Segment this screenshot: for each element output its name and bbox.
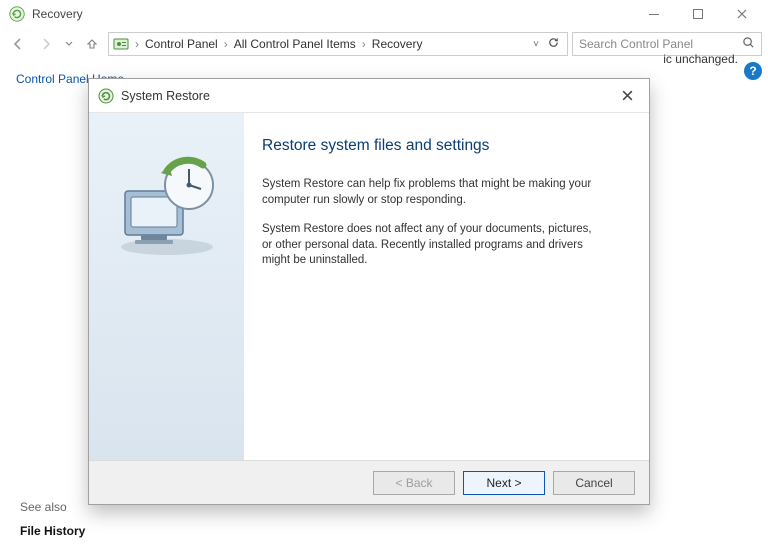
search-placeholder: Search Control Panel — [579, 37, 693, 51]
back-button[interactable] — [6, 32, 30, 56]
dialog-body: Restore system files and settings System… — [89, 113, 649, 460]
next-button[interactable]: Next > — [463, 471, 545, 495]
see-also-heading: See also — [20, 500, 67, 514]
dialog-titlebar: System Restore — [89, 79, 649, 113]
address-dropdown-icon[interactable]: ˅ — [533, 39, 539, 50]
restore-illustration-icon — [107, 149, 227, 264]
recovery-icon — [8, 5, 26, 23]
back-button: < Back — [373, 471, 455, 495]
system-restore-dialog: System Restore — [88, 78, 650, 505]
dialog-sidebar — [89, 113, 244, 460]
address-row: › Control Panel › All Control Panel Item… — [0, 28, 768, 60]
maximize-button[interactable] — [676, 0, 720, 28]
dialog-heading: Restore system files and settings — [262, 137, 623, 155]
address-bar[interactable]: › Control Panel › All Control Panel Item… — [108, 32, 568, 56]
dialog-paragraph: System Restore can help fix problems tha… — [262, 177, 602, 208]
dialog-title: System Restore — [121, 89, 613, 103]
breadcrumb[interactable]: Control Panel — [145, 37, 218, 51]
window-controls — [632, 0, 764, 28]
search-icon[interactable] — [742, 36, 755, 52]
file-history-link[interactable]: File History — [20, 524, 85, 538]
close-button[interactable] — [720, 0, 764, 28]
breadcrumb[interactable]: Recovery — [372, 37, 423, 51]
window-titlebar: Recovery — [0, 0, 768, 28]
dialog-main: Restore system files and settings System… — [244, 113, 649, 460]
minimize-button[interactable] — [632, 0, 676, 28]
system-restore-icon — [97, 87, 115, 105]
refresh-button[interactable] — [543, 36, 563, 52]
dialog-close-button[interactable] — [613, 82, 641, 110]
cancel-button[interactable]: Cancel — [553, 471, 635, 495]
chevron-right-icon: › — [360, 37, 368, 51]
chevron-right-icon: › — [133, 37, 141, 51]
forward-button[interactable] — [34, 32, 58, 56]
up-button[interactable] — [80, 32, 104, 56]
chevron-right-icon: › — [222, 37, 230, 51]
background-text-fragment: ic unchanged. — [663, 52, 738, 66]
recent-dropdown-icon[interactable] — [62, 32, 76, 56]
window-title: Recovery — [32, 7, 632, 21]
control-panel-icon — [113, 36, 129, 52]
breadcrumb[interactable]: All Control Panel Items — [234, 37, 356, 51]
dialog-paragraph: System Restore does not affect any of yo… — [262, 222, 602, 269]
dialog-footer: < Back Next > Cancel — [89, 460, 649, 504]
